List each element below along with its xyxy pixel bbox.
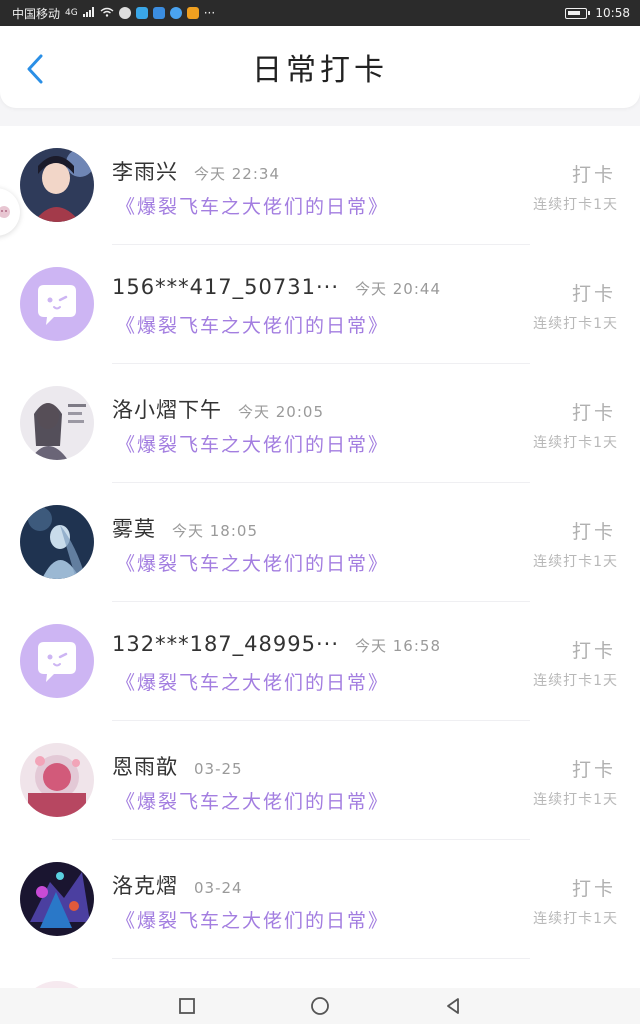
user-name: 156***417_50731··· [112,275,339,299]
network-label: 4G [65,8,78,18]
list-item-partial[interactable] [0,959,640,988]
avatar[interactable] [20,148,94,222]
user-name: 雾莫 [112,517,156,541]
avatar[interactable] [20,981,94,988]
default-avatar[interactable] [20,624,94,698]
avatar[interactable] [20,505,94,579]
more-notifications: ··· [203,6,216,20]
name-line: 132***187_48995··· 今天 16:58 [112,632,441,656]
name-line: 156***417_50731··· 今天 20:44 [112,275,441,299]
streak-label: 连续打卡1天 [533,673,618,689]
name-line: 雾莫 今天 18:05 [112,513,258,543]
list-item[interactable]: 156***417_50731··· 今天 20:44 《爆裂飞车之大佬们的日常… [0,245,640,364]
checkin-button[interactable]: 打卡 [572,398,616,425]
group-name[interactable]: 《爆裂飞车之大佬们的日常》 [116,906,389,933]
back-icon [447,998,460,1014]
group-name[interactable]: 《爆裂飞车之大佬们的日常》 [116,668,389,695]
qq-notification-icon [169,7,182,19]
checkin-time: 今天 16:58 [355,637,441,655]
streak-label: 连续打卡1天 [533,316,618,332]
checkin-button[interactable]: 打卡 [572,755,616,782]
name-line: 恩雨歆 03-25 [112,751,243,781]
signal-icon [82,6,95,20]
list-item[interactable]: 恩雨歆 03-25 《爆裂飞车之大佬们的日常》 打卡 连续打卡1天 [0,721,640,840]
list-item[interactable]: 洛小熠下午 今天 20:05 《爆裂飞车之大佬们的日常》 打卡 连续打卡1天 [0,364,640,483]
streak-label: 连续打卡1天 [533,197,618,213]
checkin-time: 今天 22:34 [194,165,280,183]
message-notification-icon [135,7,148,19]
avatar[interactable] [20,862,94,936]
home-icon [311,997,329,1015]
user-name: 恩雨歆 [112,755,178,779]
battery-icon [565,7,591,19]
checkin-button[interactable]: 打卡 [572,636,616,663]
checkin-list: 李雨兴 今天 22:34 《爆裂飞车之大佬们的日常》 打卡 连续打卡1天 156… [0,126,640,988]
default-avatar[interactable] [20,267,94,341]
avatar[interactable] [20,743,94,817]
status-left: 中国移动 4G ··· [12,5,215,22]
home-button[interactable] [300,988,340,1024]
list-item[interactable]: 李雨兴 今天 22:34 《爆裂飞车之大佬们的日常》 打卡 连续打卡1天 [0,126,640,245]
streak-label: 连续打卡1天 [533,554,618,570]
checkin-time: 03-24 [194,879,243,897]
app-notification-icon [118,7,131,19]
user-name: 洛小熠下午 [112,398,222,422]
name-line: 洛克熠 03-24 [112,870,243,900]
list-item[interactable]: 雾莫 今天 18:05 《爆裂飞车之大佬们的日常》 打卡 连续打卡1天 [0,483,640,602]
streak-label: 连续打卡1天 [533,435,618,451]
list-item[interactable]: 132***187_48995··· 今天 16:58 《爆裂飞车之大佬们的日常… [0,602,640,721]
wifi-icon [100,6,114,20]
header: 日常打卡 [0,26,640,108]
clock: 10:58 [595,6,630,20]
user-name: 132***187_48995··· [112,632,339,656]
recent-apps-button[interactable] [167,988,207,1024]
search-notification-icon [152,7,165,19]
avatar[interactable] [20,386,94,460]
checkin-button[interactable]: 打卡 [572,517,616,544]
group-name[interactable]: 《爆裂飞车之大佬们的日常》 [116,430,389,457]
recent-apps-icon [178,998,195,1014]
checkin-button[interactable]: 打卡 [572,160,616,187]
user-name: 洛克熠 [112,874,178,898]
back-button[interactable] [18,52,52,86]
list-item[interactable]: 洛克熠 03-24 《爆裂飞车之大佬们的日常》 打卡 连续打卡1天 [0,840,640,959]
checkin-button[interactable]: 打卡 [572,279,616,306]
carrier-label: 中国移动 [12,6,61,21]
user-name: 李雨兴 [112,160,178,184]
chevron-left-icon [27,54,43,84]
streak-label: 连续打卡1天 [533,911,618,927]
system-nav-bar [0,988,640,1024]
checkin-button[interactable]: 打卡 [572,874,616,901]
group-name[interactable]: 《爆裂飞车之大佬们的日常》 [116,787,389,814]
group-name[interactable]: 《爆裂飞车之大佬们的日常》 [116,311,389,338]
checkin-time: 今天 20:05 [238,403,324,421]
checkin-time: 今天 18:05 [172,522,258,540]
group-name[interactable]: 《爆裂飞车之大佬们的日常》 [116,192,389,219]
status-right: 10:58 [565,6,630,20]
name-line: 李雨兴 今天 22:34 [112,156,280,186]
status-bar: 中国移动 4G ··· 10:58 [0,0,640,26]
checkin-time: 今天 20:44 [355,280,441,298]
nav-back-button[interactable] [433,988,473,1024]
page-title: 日常打卡 [252,53,388,88]
streak-label: 连续打卡1天 [533,792,618,808]
assistant-icon [0,206,10,218]
name-line: 洛小熠下午 今天 20:05 [112,394,324,424]
group-name[interactable]: 《爆裂飞车之大佬们的日常》 [116,549,389,576]
weibo-notification-icon [186,7,199,19]
checkin-time: 03-25 [194,760,243,778]
